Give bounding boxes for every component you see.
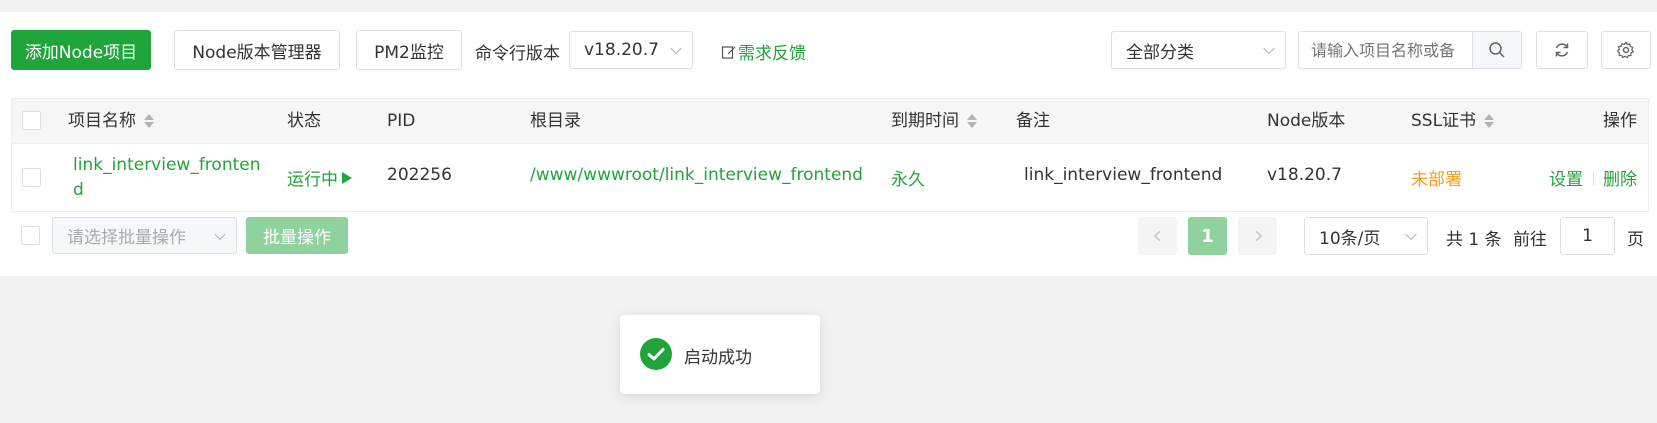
delete-action-link[interactable]: 删除 (1603, 165, 1637, 190)
page-size-select[interactable]: 10条/页 (1304, 217, 1428, 255)
category-value: 全部分类 (1126, 42, 1194, 63)
refresh-icon (1555, 43, 1569, 57)
feedback-label: 需求反馈 (738, 44, 806, 64)
batch-action-button[interactable]: 批量操作 (246, 217, 348, 254)
node-version-value: v18.20.7 (1267, 165, 1342, 185)
expire-value[interactable]: 永久 (891, 165, 925, 190)
feedback-link[interactable]: 需求反馈 (721, 39, 806, 64)
chevron-down-icon (670, 42, 682, 55)
goto-page-input[interactable] (1560, 217, 1615, 255)
check-circle-icon (640, 338, 672, 370)
chevron-right-icon (1254, 230, 1262, 242)
prev-page-button[interactable] (1138, 217, 1177, 255)
search-input[interactable] (1299, 32, 1473, 68)
add-node-project-button[interactable]: 添加Node项目 (11, 30, 151, 70)
status-running[interactable]: 运行中 (287, 165, 353, 190)
toast-message: 启动成功 (684, 348, 752, 368)
remark-value[interactable]: link_interview_frontend (1024, 165, 1222, 185)
footer-select-all-checkbox[interactable] (21, 226, 40, 245)
col-header-name[interactable]: 项目名称 (68, 99, 154, 144)
row-checkbox[interactable] (22, 168, 41, 187)
ssl-status[interactable]: 未部署 (1411, 165, 1462, 190)
col-header-status: 状态 (287, 111, 321, 131)
col-header-root: 根目录 (530, 111, 581, 131)
chevron-left-icon (1153, 230, 1161, 242)
col-header-expire[interactable]: 到期时间 (891, 99, 977, 144)
goto-label: 前往 (1513, 230, 1547, 250)
project-name-link[interactable]: link_interview_fronten d (73, 153, 261, 203)
gear-icon (1617, 41, 1635, 59)
col-header-actions: 操作 (1603, 111, 1637, 131)
total-count: 共 1 条 (1446, 230, 1502, 250)
chevron-down-icon (1263, 42, 1275, 55)
chevron-down-icon (1405, 228, 1417, 241)
next-page-button[interactable] (1238, 217, 1277, 255)
sort-icon[interactable] (967, 113, 977, 129)
page-number-current[interactable]: 1 (1188, 217, 1227, 255)
sort-icon[interactable] (1484, 113, 1495, 129)
select-all-checkbox[interactable] (22, 111, 41, 130)
play-icon (342, 171, 352, 184)
edit-icon (721, 45, 736, 59)
category-select[interactable]: 全部分类 (1111, 31, 1286, 69)
col-header-node-version: Node版本 (1267, 111, 1346, 131)
col-header-pid: PID (387, 111, 416, 131)
node-version-manager-button[interactable]: Node版本管理器 (174, 30, 340, 70)
batch-action-select[interactable]: 请选择批量操作 (52, 217, 237, 254)
chevron-down-icon (214, 228, 226, 240)
action-divider (1593, 172, 1594, 185)
table-row: link_interview_fronten d 运行中 202256 /www… (12, 144, 1648, 212)
node-project-panel: 添加Node项目 Node版本管理器 PM2监控 命令行版本 v18.20.7 … (0, 12, 1657, 276)
cmd-version-value: v18.20.7 (584, 40, 659, 60)
col-header-remark: 备注 (1016, 111, 1050, 131)
table-header: 项目名称 状态 PID 根目录 到期时间 备注 Node版本 SSL证书 操作 (12, 99, 1648, 144)
col-header-ssl[interactable]: SSL证书 (1411, 99, 1495, 144)
pid-value: 202256 (387, 165, 452, 185)
cmd-version-label: 命令行版本 (475, 44, 560, 64)
search-icon (1489, 42, 1505, 58)
batch-action-placeholder: 请选择批量操作 (67, 228, 186, 248)
settings-button[interactable] (1601, 31, 1651, 69)
search-box (1298, 31, 1473, 69)
page-suffix: 页 (1627, 230, 1644, 250)
sort-icon[interactable] (144, 113, 154, 129)
page-size-value: 10条/页 (1319, 228, 1381, 249)
success-toast: 启动成功 (620, 315, 820, 394)
project-table: 项目名称 状态 PID 根目录 到期时间 备注 Node版本 SSL证书 操作 … (11, 98, 1649, 212)
search-button[interactable] (1472, 31, 1522, 69)
settings-action-link[interactable]: 设置 (1549, 165, 1583, 190)
refresh-button[interactable] (1536, 31, 1588, 69)
root-dir-link[interactable]: /www/wwwroot/link_interview_frontend (530, 165, 863, 185)
pm2-monitor-button[interactable]: PM2监控 (356, 30, 462, 70)
cmd-version-select[interactable]: v18.20.7 (569, 31, 693, 69)
